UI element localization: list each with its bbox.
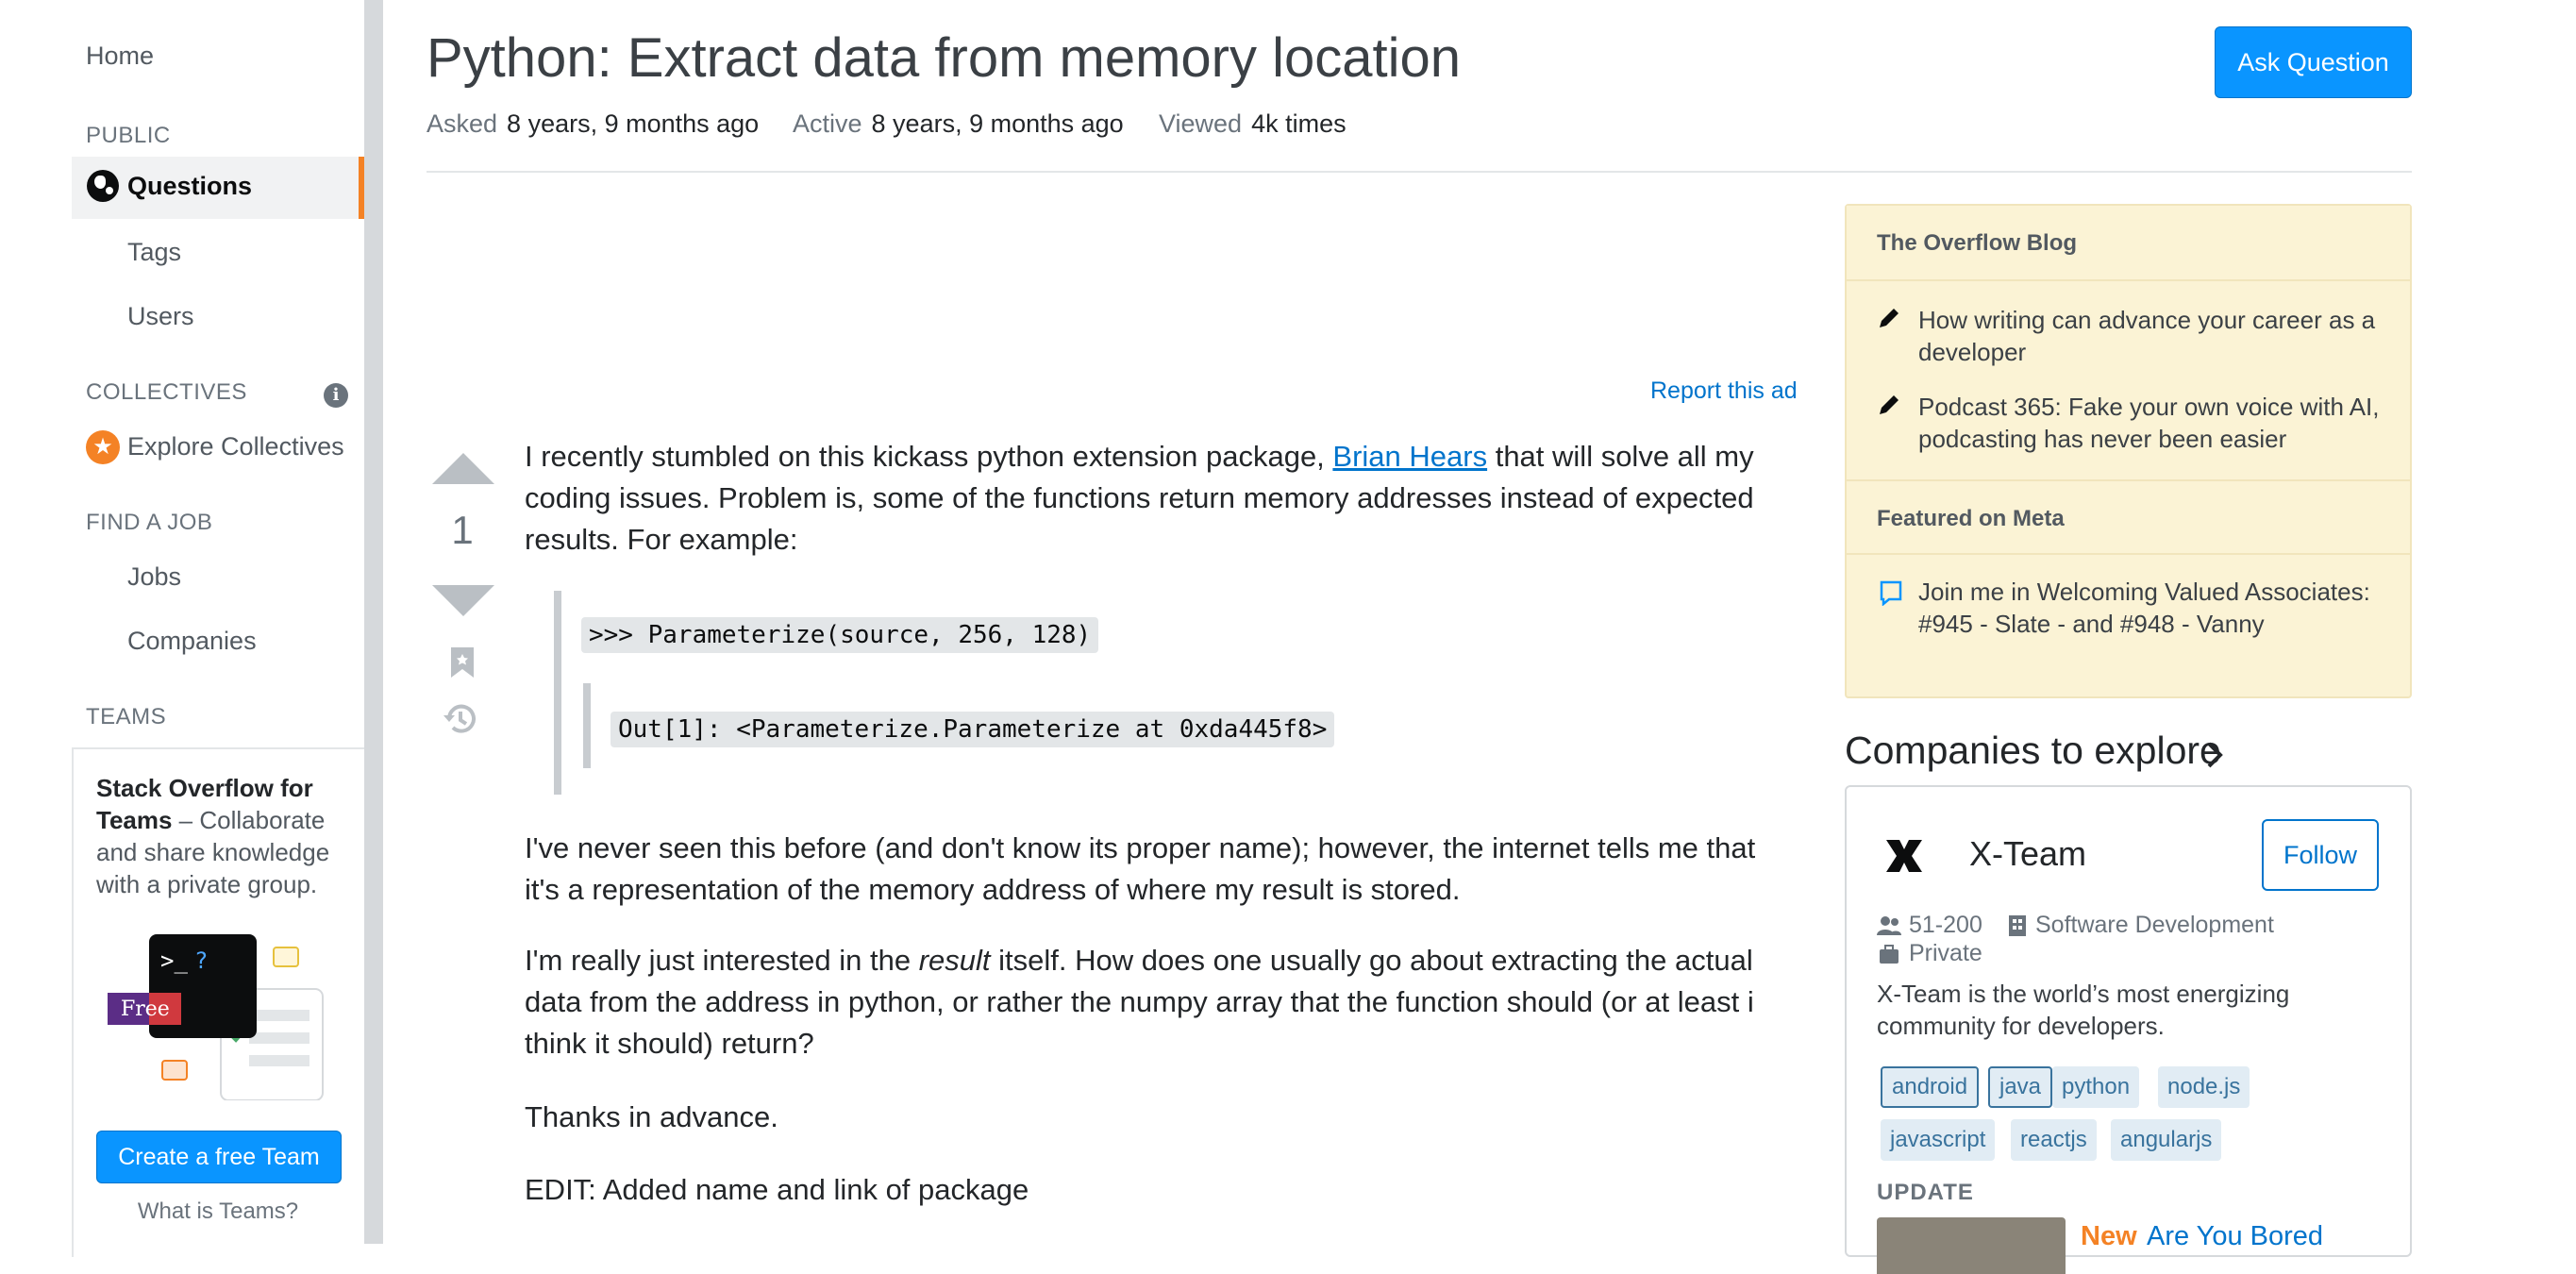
update-new-badge: New	[2081, 1221, 2137, 1251]
active-info: Active 8 years, 9 months ago	[793, 109, 1124, 139]
sidebar-item-explore-collectives[interactable]: Explore Collectives	[127, 432, 344, 461]
viewed-value: 4k times	[1251, 109, 1347, 138]
asked-value: 8 years, 9 months ago	[507, 109, 760, 138]
question-paragraph-5: EDIT: Added name and link of package	[525, 1173, 1029, 1206]
chat-icon	[1880, 580, 1902, 606]
sidebar-item-home[interactable]: Home	[86, 42, 154, 71]
active-label: Active	[793, 109, 862, 138]
history-icon[interactable]	[442, 700, 479, 738]
company-description: X-Team is the world’s most energizing co…	[1877, 980, 2290, 1040]
create-team-button[interactable]: Create a free Team	[96, 1131, 342, 1183]
sidebar-section-public: PUBLIC	[86, 123, 171, 148]
company-card: X-Team Follow 51-200 Software Developmen…	[1845, 785, 2412, 1274]
pencil-icon	[1880, 309, 1899, 327]
blog-item-link[interactable]: How writing can advance your career as a…	[1918, 304, 2390, 368]
update-label: UPDATE	[1877, 1180, 1974, 1205]
pencil-icon	[1880, 395, 1899, 414]
info-icon[interactable]: i	[324, 383, 348, 408]
tag-python[interactable]: python	[2052, 1066, 2140, 1108]
what-is-teams-link[interactable]: What is Teams?	[74, 1199, 362, 1225]
update-thumbnail[interactable]	[1877, 1217, 2066, 1274]
asked-info: Asked 8 years, 9 months ago	[427, 109, 759, 139]
sidebar-divider	[364, 0, 383, 1244]
asked-label: Asked	[427, 109, 498, 138]
x-team-logo	[1886, 840, 1922, 872]
svg-text:?: ?	[194, 947, 208, 974]
upvote-button[interactable]	[432, 453, 494, 484]
question-paragraph-1: I recently stumbled on this kickass pyth…	[525, 436, 1770, 561]
company-name[interactable]: X-Team	[1969, 834, 2086, 874]
viewed-info: Viewed 4k times	[1159, 109, 1347, 139]
sidebar-item-tags[interactable]: Tags	[127, 238, 181, 267]
tag-nodejs[interactable]: node.js	[2158, 1066, 2250, 1108]
briefcase-icon	[1880, 945, 1899, 964]
nested-blockquote-bar	[583, 683, 591, 768]
blockquote-bar	[554, 591, 561, 795]
svg-text:>_: >_	[160, 947, 188, 974]
chevron-right-icon[interactable]	[2204, 740, 2225, 770]
meta-item-link[interactable]: Join me in Welcoming Valued Associates: …	[1918, 576, 2390, 640]
viewed-label: Viewed	[1159, 109, 1243, 138]
tag-android[interactable]: android	[1881, 1066, 1980, 1108]
sidebar-item-jobs[interactable]: Jobs	[127, 562, 181, 592]
left-sidebar: Home PUBLIC Questions Tags Users COLLECT…	[0, 0, 366, 1257]
teams-promo-card: Stack Overflow for Teams – Collaborate a…	[72, 747, 364, 1257]
svg-text:Free: Free	[121, 997, 170, 1021]
sidebar-item-questions[interactable]: Questions	[72, 157, 364, 219]
tag-javascript[interactable]: javascript	[1881, 1119, 1996, 1161]
tag-reactjs[interactable]: reactjs	[2011, 1119, 2097, 1161]
p3-text: I'm really just interested in the	[525, 944, 919, 977]
sidebar-item-users[interactable]: Users	[127, 302, 194, 331]
blog-item-link[interactable]: Podcast 365: Fake your own voice with AI…	[1918, 391, 2390, 455]
code-snippet-1: >>> Parameterize(source, 256, 128)	[581, 617, 1099, 653]
collectives-icon	[86, 430, 120, 464]
sidebar-section-teams: TEAMS	[86, 704, 167, 729]
blog-heading: The Overflow Blog	[1847, 206, 2410, 281]
globe-icon	[87, 170, 119, 202]
sidebar-section-find-job: FIND A JOB	[86, 510, 213, 535]
report-ad-link[interactable]: Report this ad	[1650, 377, 1798, 405]
question-paragraph-3: I'm really just interested in the result…	[525, 940, 1770, 1064]
p3-emphasis: result	[918, 944, 991, 977]
bookmark-icon[interactable]	[449, 645, 476, 679]
teams-illustration: >_ ? Free Free	[108, 934, 324, 1100]
active-value[interactable]: 8 years, 9 months ago	[872, 109, 1124, 138]
company-size: 51-200	[1909, 912, 1982, 938]
featured-meta-heading: Featured on Meta	[1847, 479, 2410, 555]
vote-count: 1	[451, 508, 474, 552]
companies-heading[interactable]: Companies to explore	[1845, 729, 2221, 773]
overflow-blog-widget: The Overflow Blog How writing can advanc…	[1845, 204, 2412, 698]
tag-java[interactable]: java	[1988, 1066, 2053, 1108]
downvote-button[interactable]	[432, 585, 494, 616]
ask-question-button[interactable]: Ask Question	[2215, 26, 2412, 98]
question-paragraph-2: I've never seen this before (and don't k…	[525, 831, 1756, 906]
sidebar-item-label: Questions	[127, 172, 253, 200]
header-divider	[427, 171, 2412, 173]
company-industry: Software Development	[2035, 912, 2274, 938]
teams-blurb: Stack Overflow for Teams – Collaborate a…	[96, 772, 370, 900]
people-icon	[1877, 916, 1901, 935]
question-paragraph-4: Thanks in advance.	[525, 1100, 778, 1133]
update-title-link[interactable]: Are You Bored	[2147, 1221, 2323, 1252]
sidebar-section-collectives: COLLECTIVES	[86, 379, 247, 405]
follow-button[interactable]: Follow	[2262, 819, 2379, 891]
p1-text: I recently stumbled on this kickass pyth…	[525, 440, 1333, 473]
page-title[interactable]: Python: Extract data from memory locatio…	[427, 26, 1461, 90]
company-ownership: Private	[1909, 940, 1982, 966]
sidebar-item-companies[interactable]: Companies	[127, 627, 257, 656]
code-snippet-2: Out[1]: <Parameterize.Parameterize at 0x…	[611, 712, 1335, 747]
building-icon	[2009, 915, 2026, 936]
brian-hears-link[interactable]: Brian Hears	[1332, 440, 1487, 473]
tag-angularjs[interactable]: angularjs	[2111, 1119, 2222, 1161]
